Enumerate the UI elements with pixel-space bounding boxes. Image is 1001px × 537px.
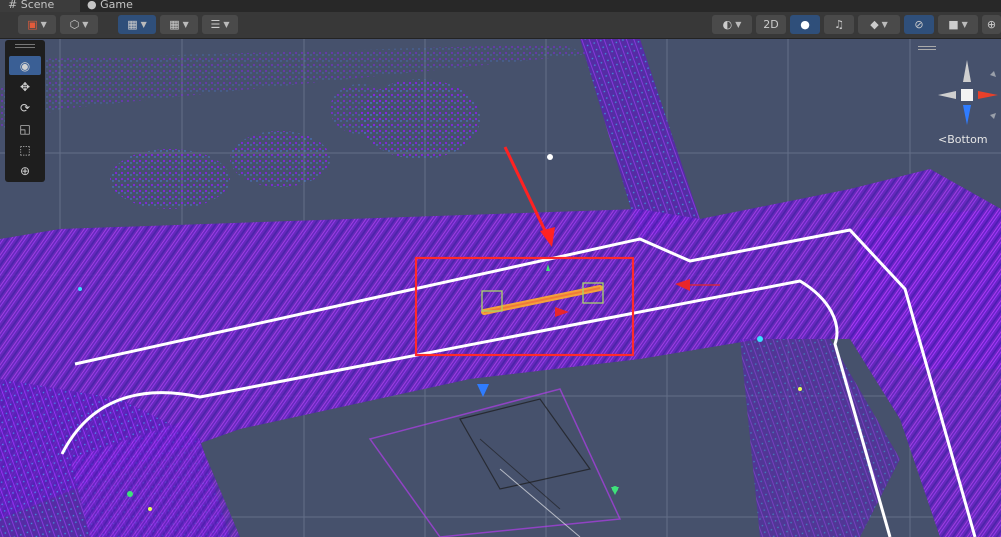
rotate-icon: ⟳: [19, 100, 31, 115]
chevron-down-icon: ▼: [223, 20, 230, 29]
scene-toolbar: ▣ ▼ ⬡ ▼ ▦ ▼ ▦ ▼ ☰ ▼ ◐ ▼ 2D ● ♫ ◆ ▼ ⊘ ■ ▼ ⊕: [0, 12, 1001, 39]
render-mode-button[interactable]: ⬡ ▼: [60, 15, 98, 34]
ruler-icon: ☰: [210, 18, 221, 31]
chevron-down-icon: ▼: [140, 20, 147, 29]
gizmo-drag-handle[interactable]: [918, 46, 936, 50]
z-axis-marker: [477, 384, 489, 397]
tab-scene-label: # Scene: [8, 0, 55, 11]
gizmo-up-axis[interactable]: [963, 60, 971, 82]
grid-icon: ▦: [169, 18, 180, 31]
scene-render: [0, 39, 1001, 537]
hidden-eye-icon: ⊘: [914, 18, 924, 31]
draw-mode-icon: ▣: [27, 18, 38, 31]
view-tool-button[interactable]: ◉: [9, 56, 41, 75]
toggle-2d-label: 2D: [763, 18, 779, 31]
cube-icon: ⬡: [69, 18, 80, 31]
chevron-down-icon: ▼: [961, 20, 968, 29]
lighting-toggle-button[interactable]: ●: [790, 15, 820, 34]
speaker-icon: ♫: [834, 18, 844, 31]
lightbulb-icon: ●: [800, 18, 810, 31]
gizmo-x-axis[interactable]: [978, 91, 998, 99]
chevron-down-icon: ▼: [182, 20, 189, 29]
scene-visibility-button[interactable]: ⊘: [904, 15, 934, 34]
rect-tool-icon: ⬚: [19, 142, 31, 157]
effects-icon: ◆: [870, 18, 879, 31]
y-axis-marker: [611, 487, 619, 495]
effects-toggle-button[interactable]: ◆ ▼: [858, 15, 900, 34]
audio-toggle-button[interactable]: ♫: [824, 15, 854, 34]
grid-visibility-button[interactable]: ▦ ▼: [160, 15, 198, 34]
palette-drag-handle[interactable]: [15, 44, 35, 48]
gizmo-neg-x-axis[interactable]: [938, 91, 956, 99]
orientation-gizmo[interactable]: [934, 55, 1000, 135]
move-arrows-icon: ✥: [19, 79, 31, 94]
rotate-tool-button[interactable]: ⟳: [9, 98, 41, 117]
chevron-down-icon: ▼: [40, 20, 47, 29]
tab-game-label: Game: [100, 0, 133, 11]
chevron-down-icon: ▼: [881, 20, 888, 29]
draw-mode-button[interactable]: ▣ ▼: [18, 15, 56, 34]
camera-icon: ■: [948, 18, 959, 31]
tool-palette: ◉ ✥ ⟳ ◱ ⬚ ⊕: [5, 40, 45, 182]
toggle-2d-button[interactable]: 2D: [756, 15, 786, 34]
grid-snap-icon: ▦: [127, 18, 138, 31]
tab-scene[interactable]: # Scene: [0, 0, 80, 12]
shading-mode-button[interactable]: ◐ ▼: [712, 15, 752, 34]
gizmo-center-cube[interactable]: [961, 89, 973, 101]
gamepad-icon: ●: [87, 0, 97, 11]
gizmo-z-axis[interactable]: [963, 105, 971, 125]
shading-mode-icon: ◐: [722, 18, 733, 31]
tab-game[interactable]: ● Game: [84, 0, 154, 12]
chevron-down-icon: ▼: [82, 20, 89, 29]
rect-tool-button[interactable]: ⬚: [9, 140, 41, 159]
chevron-down-icon: ▼: [735, 20, 742, 29]
grid-snap-button[interactable]: ▦ ▼: [118, 15, 156, 34]
globe-icon: ⊕: [986, 18, 997, 31]
scene-viewport[interactable]: [0, 39, 1001, 537]
gizmos-button[interactable]: ⊕: [982, 15, 1001, 34]
transform-tool-button[interactable]: ⊕: [9, 161, 41, 180]
scale-tool-button[interactable]: ◱: [9, 119, 41, 138]
view-orientation-label[interactable]: <Bottom: [938, 133, 988, 146]
move-tool-button[interactable]: ✥: [9, 77, 41, 96]
camera-settings-button[interactable]: ■ ▼: [938, 15, 978, 34]
eye-icon: ◉: [19, 58, 31, 73]
point-cloud: [0, 39, 1001, 537]
transform-icon: ⊕: [19, 163, 31, 178]
scale-icon: ◱: [19, 121, 31, 136]
increment-snap-button[interactable]: ☰ ▼: [202, 15, 238, 34]
window-tab-bar: # Scene ● Game: [0, 0, 1001, 12]
